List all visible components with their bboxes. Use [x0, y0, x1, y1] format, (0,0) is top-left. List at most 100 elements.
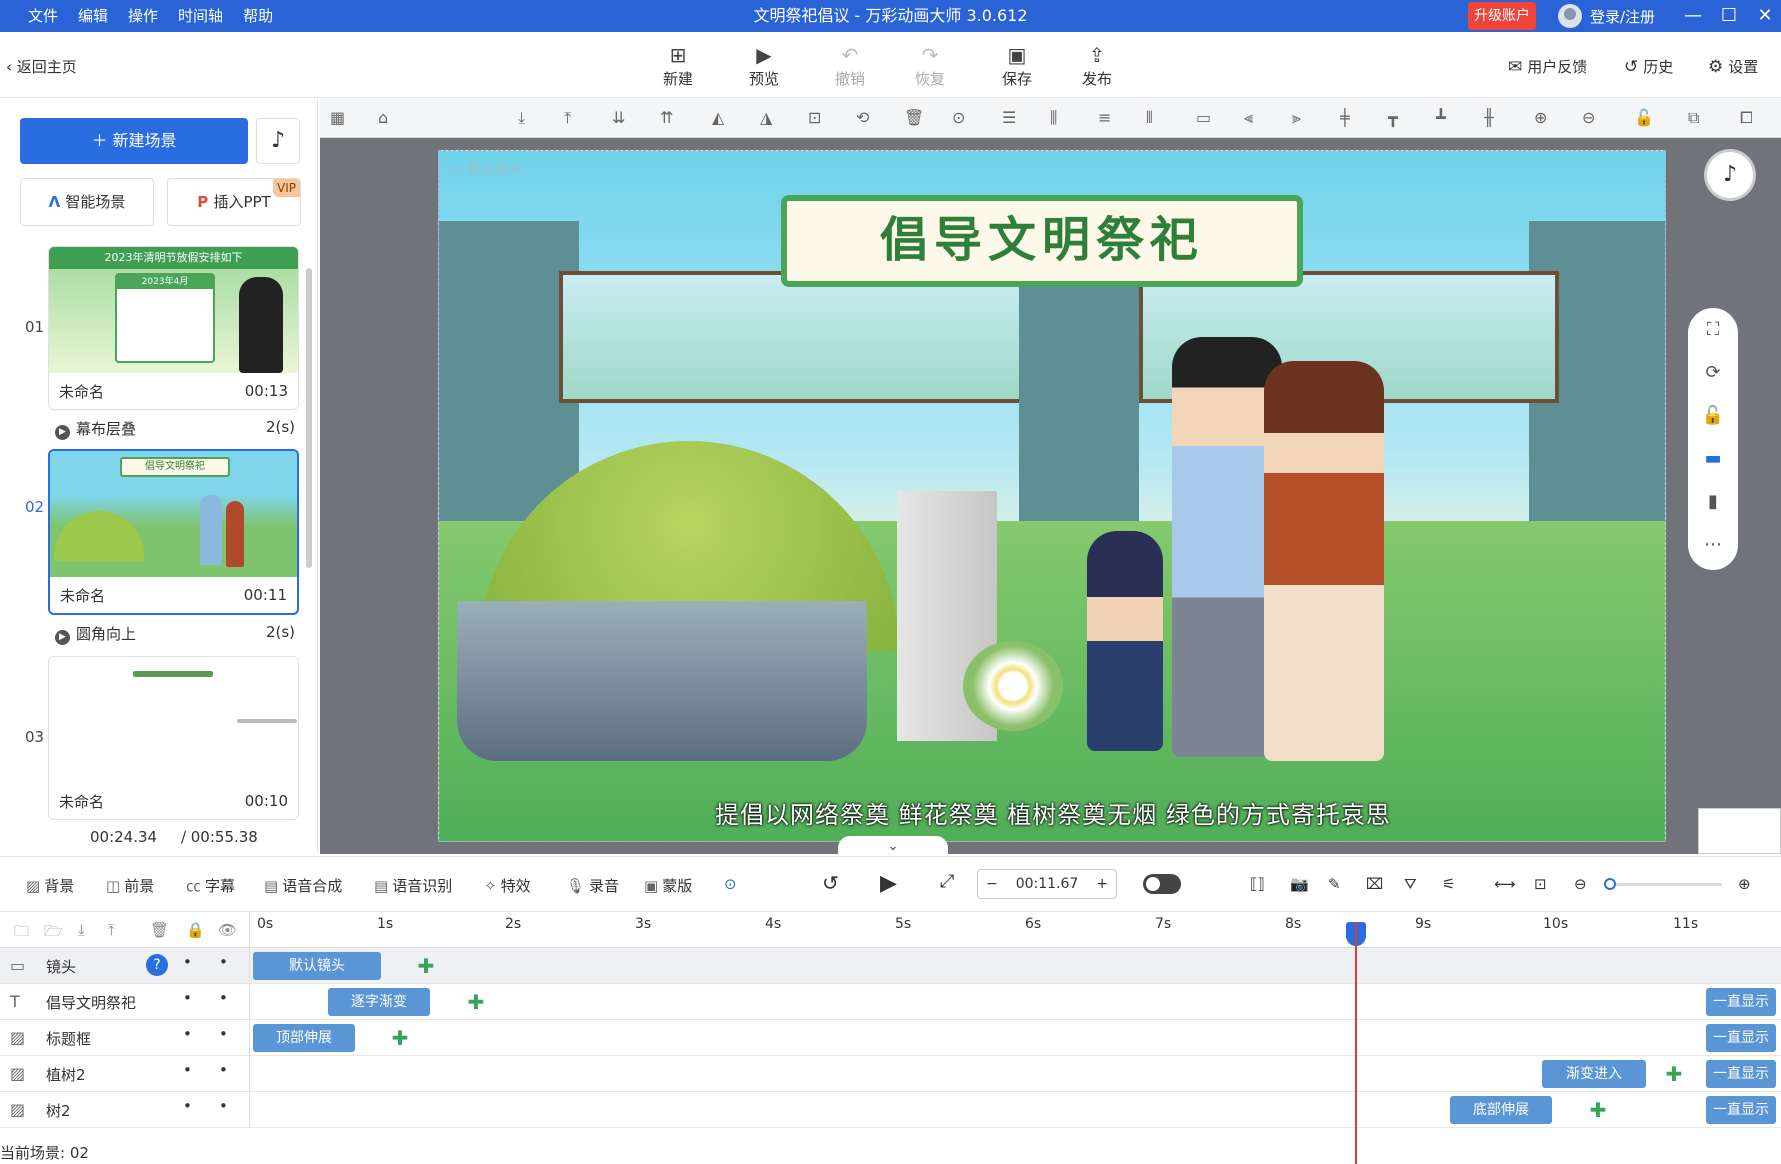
mask-tool[interactable]: ▣ 蒙版: [644, 875, 692, 896]
music-button[interactable]: ♪: [256, 118, 300, 164]
flip-vertical-icon[interactable]: ◮: [760, 108, 772, 127]
foreground-tool[interactable]: ◫ 前景: [106, 875, 154, 896]
lock-icon[interactable]: ⊡: [808, 108, 821, 127]
add-keyframe-icon[interactable]: ✚: [390, 1028, 410, 1048]
transition-item[interactable]: ▶ 圆角向上 2(s): [55, 623, 295, 645]
zoom-out-icon[interactable]: ⊖: [1574, 875, 1587, 893]
save-button[interactable]: ▣ 保存: [989, 42, 1045, 89]
align-bottom-icon[interactable]: ⤓: [518, 108, 525, 128]
move-up-icon[interactable]: ⇈: [660, 108, 673, 127]
bracket-icon[interactable]: ⟦⟧: [1250, 875, 1265, 893]
align-right-icon[interactable]: ⫸: [1292, 108, 1301, 128]
split-icon[interactable]: ⌧: [1366, 875, 1383, 893]
delete-icon[interactable]: 🗑: [904, 108, 924, 127]
dot-icon[interactable]: •: [183, 1025, 192, 1043]
zoom-slider[interactable]: [1604, 878, 1722, 890]
move-down-icon[interactable]: ⇊: [612, 108, 625, 127]
add-keyframe-icon[interactable]: ✚: [1664, 1064, 1684, 1084]
rotate-icon[interactable]: ⟲: [856, 108, 869, 127]
more-icon[interactable]: ⋯: [1688, 523, 1738, 566]
camera-icon[interactable]: 📷: [1290, 875, 1309, 893]
home-icon[interactable]: ⌂: [378, 108, 388, 127]
help-icon[interactable]: ?: [146, 954, 168, 976]
animation-clip[interactable]: 渐变进入: [1542, 1060, 1646, 1088]
subtitle-text[interactable]: 提倡以网络祭奠 鲜花祭奠 植树祭奠无烟 绿色的方式寄托哀思: [439, 795, 1665, 830]
scene-list-scrollbar[interactable]: [306, 268, 312, 568]
menu-edit[interactable]: 编辑: [78, 0, 108, 32]
scene-thumbnail-02[interactable]: 倡导文明祭祀 未命名 00:11: [48, 449, 299, 615]
dot-icon[interactable]: •: [219, 1025, 228, 1043]
subtitle-tool[interactable]: ㏄字幕: [186, 875, 235, 896]
stage-canvas[interactable]: ▭ 默认镜头 倡导文明祭祀 提倡以网络祭奠 鲜花祭奠 植树祭奠无烟 绿色的方式寄…: [438, 150, 1666, 842]
tts-tool[interactable]: ▤ 语音合成: [264, 875, 342, 896]
animation-clip[interactable]: 逐字渐变: [328, 988, 430, 1016]
move-down-icon[interactable]: ⤓: [78, 921, 85, 939]
login-register[interactable]: 登录/注册: [1558, 0, 1655, 32]
animation-clip[interactable]: 顶部伸展: [253, 1024, 355, 1052]
zoom-in-icon[interactable]: ⊕: [1534, 108, 1547, 127]
copy-icon[interactable]: ⧉: [1688, 108, 1699, 128]
align-left-icon[interactable]: ⫷: [1244, 108, 1253, 128]
lock-icon[interactable]: 🔓: [1688, 394, 1738, 437]
replay-icon[interactable]: ↺: [822, 871, 839, 895]
distribute-v-icon[interactable]: ⫴: [1146, 108, 1153, 128]
dot-icon[interactable]: •: [219, 1097, 228, 1115]
one-to-one-icon[interactable]: ⊡: [1534, 875, 1547, 893]
time-stepper[interactable]: − 00:11.67 +: [977, 869, 1117, 899]
dot-icon[interactable]: •: [219, 953, 228, 971]
animation-clip[interactable]: 底部伸展: [1450, 1096, 1552, 1124]
dot-icon[interactable]: •: [219, 1061, 228, 1079]
collapse-button[interactable]: ⌄: [838, 836, 948, 856]
effects-tool[interactable]: ✧ 特效: [484, 875, 531, 896]
minus-icon[interactable]: −: [986, 876, 998, 892]
edit-icon[interactable]: ✎: [1328, 875, 1341, 893]
close-button[interactable]: ✕: [1750, 0, 1780, 32]
smart-scene-button[interactable]: Λ 智能场景: [20, 178, 154, 226]
maximize-button[interactable]: ☐: [1714, 0, 1744, 32]
zoom-in-icon[interactable]: ⊕: [1738, 875, 1751, 893]
upgrade-account-button[interactable]: 升级账户: [1468, 2, 1536, 30]
speech-recognition-tool[interactable]: ▤ 语音识别: [374, 875, 452, 896]
space-icon[interactable]: ▭: [1196, 108, 1211, 127]
dot-icon[interactable]: •: [183, 953, 192, 971]
background-tool[interactable]: ▨ 背景: [26, 875, 74, 896]
align-middle-icon[interactable]: ≡: [1098, 108, 1111, 127]
time-value[interactable]: 00:11.67: [1016, 876, 1079, 892]
animation-clip[interactable]: 一直显示: [1706, 1096, 1776, 1124]
dot-icon[interactable]: •: [183, 1097, 192, 1115]
unlock-icon[interactable]: 🔓: [1634, 108, 1654, 127]
menu-timeline[interactable]: 时间轴: [178, 0, 223, 32]
animation-clip[interactable]: 一直显示: [1706, 988, 1776, 1016]
scene-thumbnail-01[interactable]: 2023年清明节放假安排如下 2023年4月 未命名 00:13: [48, 246, 299, 410]
feedback-button[interactable]: ✉ 用户反馈: [1508, 56, 1587, 77]
transition-item[interactable]: ▶ 幕布层叠 2(s): [55, 418, 295, 440]
track-row[interactable]: ▨ 植树2 • • 渐变进入 ✚ 一直显示: [0, 1056, 1781, 1092]
plus-icon[interactable]: +: [1096, 876, 1108, 892]
center-h-icon[interactable]: ╪: [1340, 108, 1350, 127]
lock-icon[interactable]: 🔒: [186, 921, 205, 939]
animation-clip[interactable]: 一直显示: [1706, 1060, 1776, 1088]
grave-wall[interactable]: [457, 601, 867, 761]
zoom-out-icon[interactable]: ⊖: [1582, 108, 1595, 127]
menu-file[interactable]: 文件: [28, 0, 58, 32]
animation-clip[interactable]: 一直显示: [1706, 1024, 1776, 1052]
more-tools-icon[interactable]: ⊙: [724, 875, 737, 893]
fullscreen-icon[interactable]: ⛶: [1688, 308, 1738, 351]
add-folder-icon[interactable]: 🗁: [44, 921, 63, 946]
add-keyframe-icon[interactable]: ✚: [1588, 1100, 1608, 1120]
new-button[interactable]: ⊞ 新建: [650, 42, 706, 89]
adjust-icon[interactable]: ⚟: [1442, 875, 1455, 893]
track-row[interactable]: ▨ 树2 • • 底部伸展 ✚ 一直显示: [0, 1092, 1781, 1128]
bottom-edge-icon[interactable]: ┻: [1436, 108, 1446, 127]
dot-icon[interactable]: •: [219, 989, 228, 1007]
minimize-button[interactable]: —: [1678, 0, 1708, 32]
flip-horizontal-icon[interactable]: ◭: [712, 108, 724, 127]
dot-icon[interactable]: •: [183, 989, 192, 1007]
fit-icon[interactable]: ⊙: [952, 108, 965, 127]
undo-button[interactable]: ↶ 撤销: [822, 42, 878, 89]
monitor-icon[interactable]: ▬: [1688, 437, 1738, 480]
align-top-icon[interactable]: ⤒: [564, 108, 571, 128]
center-v-icon[interactable]: ╫: [1484, 108, 1494, 127]
playhead-line[interactable]: [1355, 922, 1357, 1164]
minimap[interactable]: [1698, 808, 1781, 854]
